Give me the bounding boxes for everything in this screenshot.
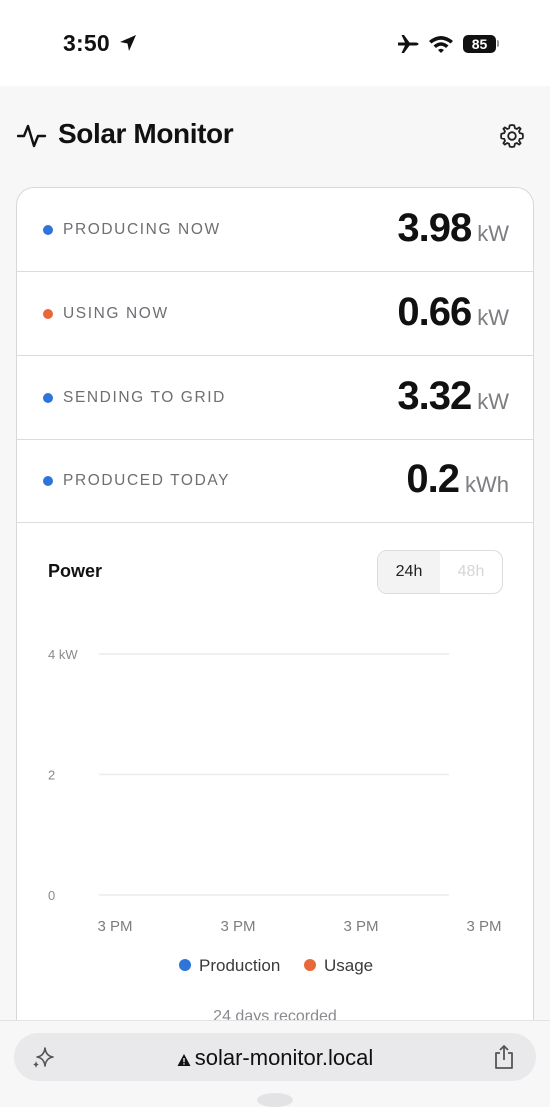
range-toggle: 24h 48h: [377, 550, 503, 594]
legend-dot: [179, 959, 191, 971]
stat-value: 0.66: [397, 290, 472, 334]
stat-label: PRODUCED TODAY: [63, 472, 231, 489]
gear-icon[interactable]: [499, 123, 525, 149]
range-24h-button[interactable]: 24h: [378, 551, 440, 593]
warning-icon: [177, 1054, 191, 1066]
y-tick-label: 2: [48, 768, 55, 783]
app-header: Solar Monitor: [0, 86, 550, 186]
power-chart: 4 kW 2 0 3 PM 3 PM 3 PM 3 PM Production Usage: [48, 647, 502, 975]
stat-unit: kW: [477, 305, 509, 330]
status-dot: [43, 476, 53, 486]
battery-tip: [497, 40, 499, 47]
stat-label: USING NOW: [63, 305, 169, 322]
x-tick-label: 3 PM: [220, 918, 255, 935]
y-tick-label: 4 kW: [48, 647, 78, 662]
stat-unit: kWh: [465, 472, 509, 497]
status-bar: 3:50 85: [0, 0, 550, 86]
app-title: Solar Monitor: [58, 118, 234, 149]
battery-indicator: 85: [463, 35, 496, 53]
stat-row-using-now: USING NOW 0.66 kW: [17, 272, 533, 356]
range-48h-button[interactable]: 48h: [440, 551, 502, 593]
browser-bottom-bar: solar-monitor.local: [0, 1020, 550, 1101]
legend-label: Production: [199, 956, 280, 975]
stat-unit: kW: [477, 389, 509, 414]
x-tick-label: 3 PM: [466, 918, 501, 935]
stat-value: 3.32: [397, 374, 472, 418]
home-indicator: [257, 1093, 293, 1107]
x-tick-label: 3 PM: [343, 918, 378, 935]
stat-value: 3.98: [397, 206, 472, 250]
wifi-icon: [429, 36, 453, 53]
stats-card: PRODUCING NOW 3.98 kW USING NOW 0.66 kW SE…: [16, 187, 534, 1049]
location-arrow-icon: [120, 35, 136, 51]
airplane-mode-icon: [398, 35, 419, 53]
stat-label: PRODUCING NOW: [63, 221, 221, 238]
pulse-icon: [17, 124, 47, 148]
url-bar[interactable]: solar-monitor.local: [14, 1033, 536, 1081]
chart-title: Power: [48, 561, 103, 581]
stat-unit: kW: [477, 221, 509, 246]
status-time: 3:50: [63, 30, 110, 56]
stat-label: SENDING TO GRID: [63, 389, 226, 406]
share-icon[interactable]: [491, 1043, 517, 1071]
url-text: solar-monitor.local: [194, 1045, 374, 1070]
y-tick-label: 0: [48, 888, 55, 903]
legend-label: Usage: [324, 956, 373, 975]
stat-value: 0.2: [406, 457, 460, 501]
status-dot: [43, 225, 53, 235]
status-dot: [43, 309, 53, 319]
status-dot: [43, 393, 53, 403]
x-tick-label: 3 PM: [97, 918, 132, 935]
stat-row-sending-to-grid: SENDING TO GRID 3.32 kW: [17, 356, 533, 440]
stat-row-producing-now: PRODUCING NOW 3.98 kW: [17, 188, 533, 272]
stat-row-produced-today: PRODUCED TODAY 0.2 kWh: [17, 439, 533, 523]
legend-dot: [304, 959, 316, 971]
